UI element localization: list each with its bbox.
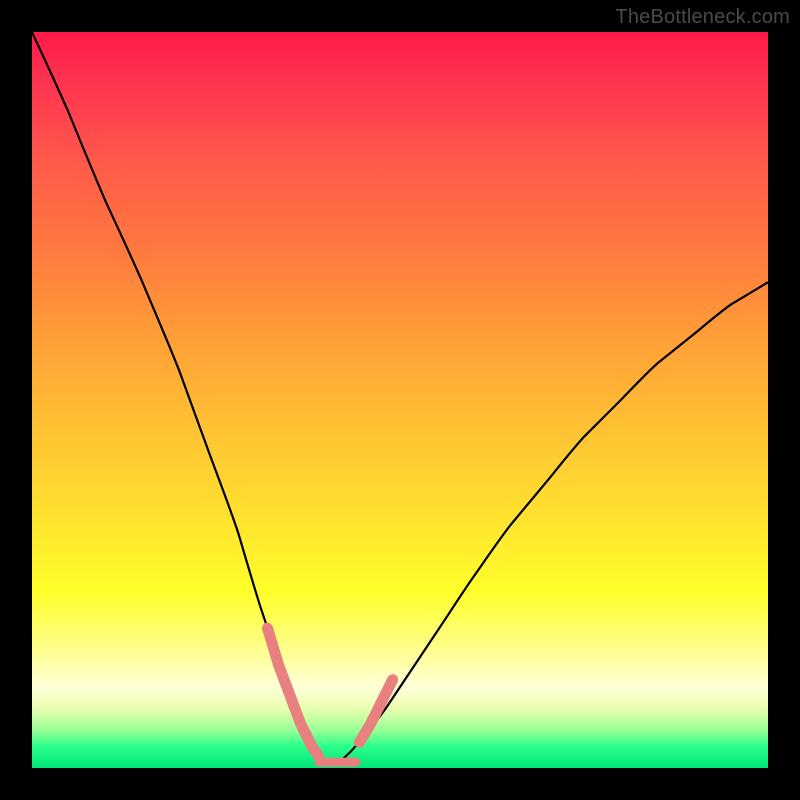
plot-area (32, 32, 768, 768)
pink-dots-left (268, 628, 320, 757)
chart-frame: TheBottleneck.com (0, 0, 800, 800)
pink-dots-right (360, 680, 393, 743)
bottleneck-curve (32, 32, 768, 762)
curve-layer (32, 32, 768, 768)
watermark-text: TheBottleneck.com (615, 6, 790, 29)
